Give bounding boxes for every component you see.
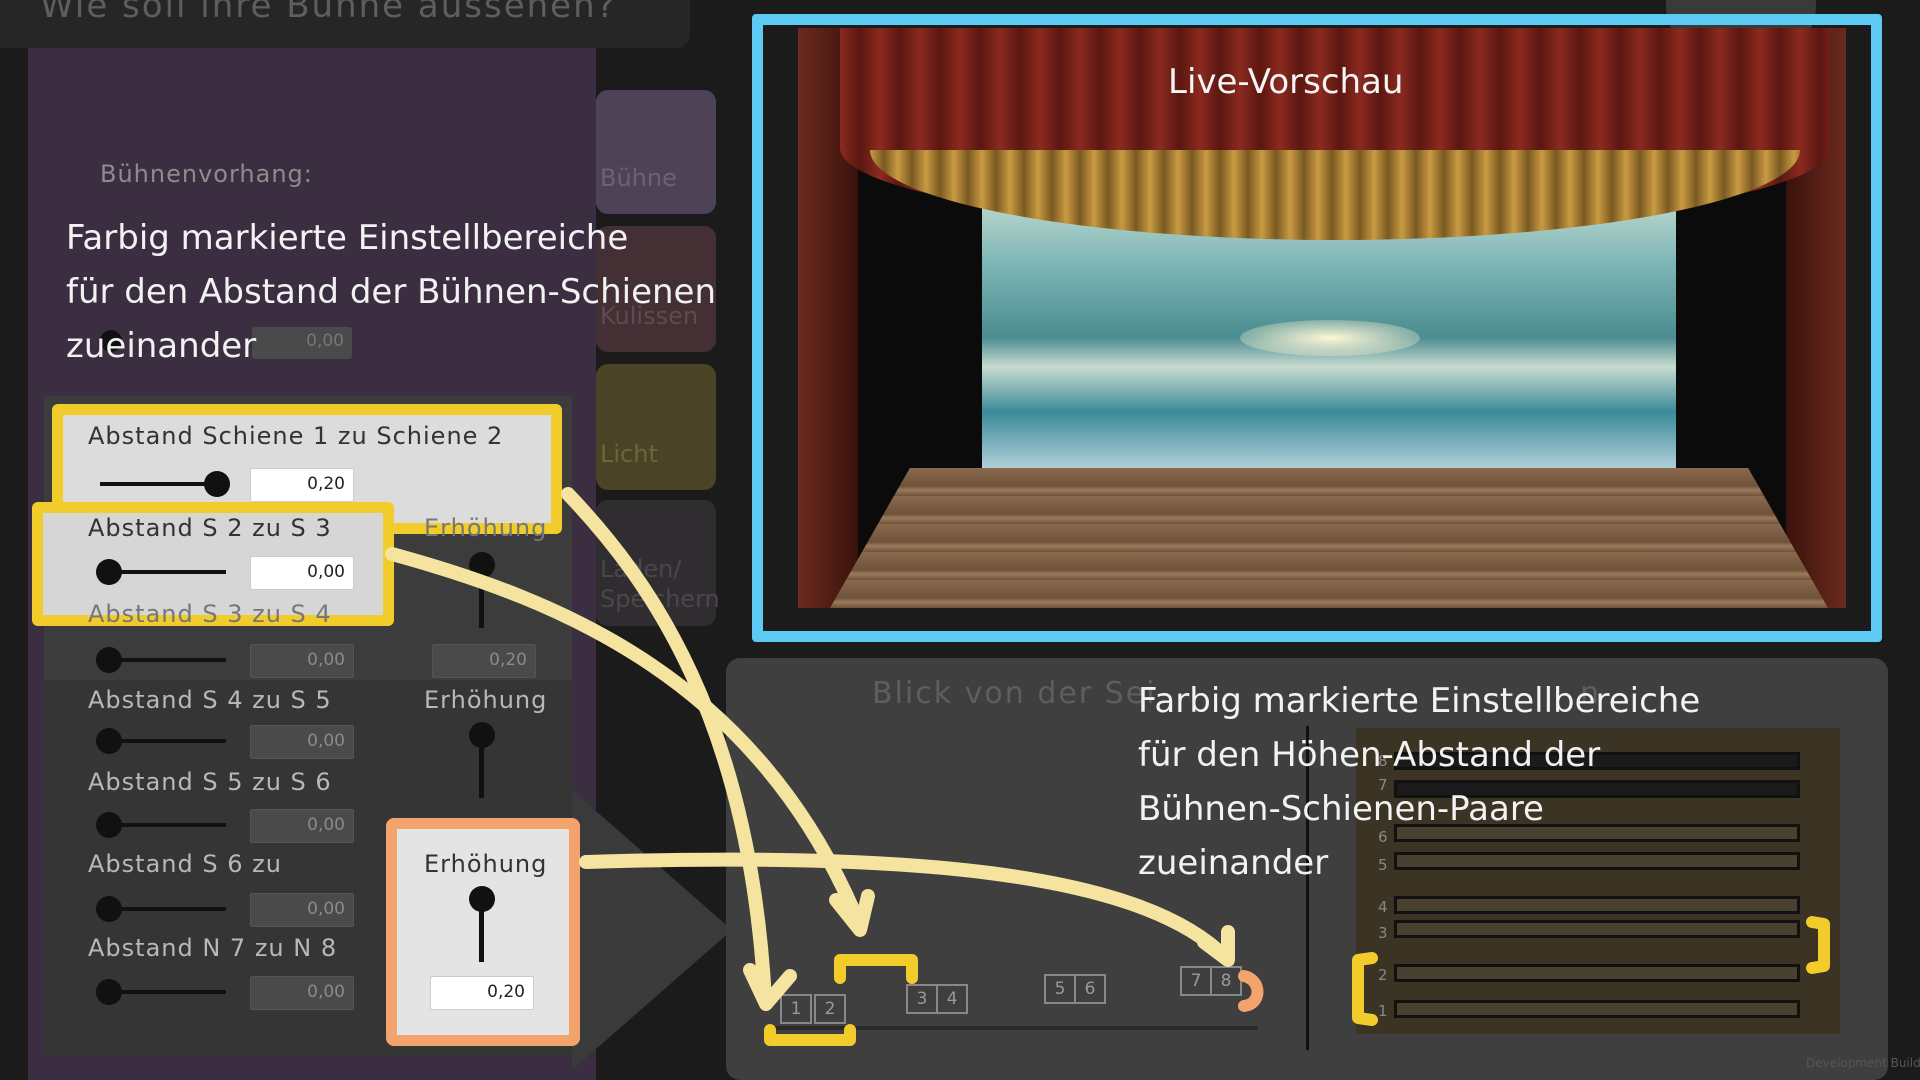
bracket-1-2	[764, 1024, 856, 1046]
arrow-rail-1-2	[561, 487, 772, 1007]
annotation-arrows	[385, 487, 1830, 1046]
bracket-2-3	[834, 954, 918, 984]
bracket-top-1-2	[1352, 952, 1378, 1026]
bracket-elevation	[1238, 970, 1264, 1012]
bracket-top-3-4	[1806, 916, 1830, 974]
arrow-elevation-head	[1197, 925, 1235, 967]
arrow-elevation	[579, 852, 1233, 965]
arrow-rail-2-3	[385, 547, 867, 933]
